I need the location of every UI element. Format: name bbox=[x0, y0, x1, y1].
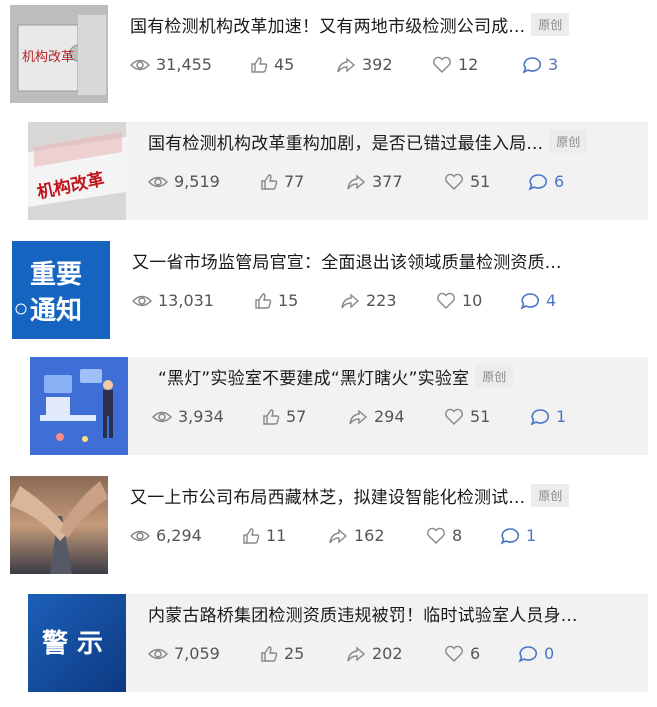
eye-icon bbox=[130, 530, 150, 541]
comment-icon bbox=[530, 408, 549, 426]
original-badge: 原创 bbox=[531, 484, 570, 507]
favorite-count[interactable]: 51 bbox=[444, 172, 490, 191]
like-count[interactable]: 15 bbox=[254, 291, 298, 310]
comment-icon bbox=[528, 173, 547, 191]
original-badge: 原创 bbox=[475, 365, 514, 388]
comment-icon bbox=[500, 527, 519, 545]
eye-icon bbox=[130, 59, 150, 70]
article-title[interactable]: 国有检测机构改革重构加剧，是否已错过最佳入局... bbox=[148, 129, 543, 154]
list-item[interactable]: 又一上市公司布局西藏林芝，拟建设智能化检测试... 原创 6,294 11 16… bbox=[10, 476, 650, 574]
article-thumbnail[interactable] bbox=[30, 357, 128, 455]
share-count[interactable]: 377 bbox=[346, 172, 403, 191]
article-thumbnail[interactable]: 重要 通知 bbox=[12, 241, 110, 339]
like-count[interactable]: 57 bbox=[262, 407, 306, 426]
favorite-count[interactable]: 6 bbox=[444, 644, 480, 663]
article-thumbnail[interactable]: 机构改革 bbox=[28, 122, 126, 220]
warning-image: 警 示 bbox=[28, 594, 126, 692]
original-badge: 原创 bbox=[549, 130, 588, 153]
heart-icon bbox=[445, 408, 463, 425]
notice-image: 重要 通知 bbox=[12, 241, 110, 339]
article-thumbnail[interactable] bbox=[10, 476, 108, 574]
share-count[interactable]: 202 bbox=[346, 644, 403, 663]
share-count[interactable]: 223 bbox=[340, 291, 397, 310]
list-item[interactable]: “黑灯”实验室不要建成“黑灯瞎火”实验室 原创 3,934 57 294 51 … bbox=[30, 357, 648, 455]
thumbs-up-icon bbox=[263, 408, 280, 425]
eye-icon bbox=[148, 648, 168, 659]
favorite-count[interactable]: 10 bbox=[436, 291, 482, 310]
comment-count[interactable]: 3 bbox=[522, 55, 558, 74]
thumbs-up-icon bbox=[251, 56, 268, 73]
article-title[interactable]: 内蒙古路桥集团检测资质违规被罚！临时试验室人员身... bbox=[148, 601, 578, 626]
share-count[interactable]: 392 bbox=[336, 55, 393, 74]
article-thumbnail[interactable]: 机构改革 bbox=[10, 5, 108, 103]
favorite-count[interactable]: 8 bbox=[426, 526, 462, 545]
heart-icon bbox=[427, 527, 445, 544]
list-item[interactable]: 机构改革 国有检测机构改革重构加剧，是否已错过最佳入局... 原创 9,519 … bbox=[28, 122, 648, 220]
eye-icon bbox=[132, 295, 152, 306]
article-title[interactable]: “黑灯”实验室不要建成“黑灯瞎火”实验室 bbox=[158, 364, 469, 389]
share-icon bbox=[347, 173, 366, 190]
eye-icon bbox=[148, 176, 168, 187]
thumbs-up-icon bbox=[261, 645, 278, 662]
like-count[interactable]: 77 bbox=[260, 172, 304, 191]
share-icon bbox=[329, 527, 348, 544]
favorite-count[interactable]: 51 bbox=[444, 407, 490, 426]
comment-count[interactable]: 6 bbox=[528, 172, 564, 191]
like-count[interactable]: 25 bbox=[260, 644, 304, 663]
heart-icon bbox=[437, 292, 455, 309]
thumbs-up-icon bbox=[261, 173, 278, 190]
heart-icon bbox=[433, 56, 451, 73]
handshake-road-image bbox=[10, 476, 108, 574]
comment-icon bbox=[518, 645, 537, 663]
svg-text:警 示: 警 示 bbox=[42, 628, 103, 659]
view-count: 3,934 bbox=[152, 407, 224, 426]
svg-text:机构改革: 机构改革 bbox=[22, 50, 74, 65]
thumbs-up-icon bbox=[255, 292, 272, 309]
like-count[interactable]: 11 bbox=[242, 526, 286, 545]
list-item[interactable]: 机构改革 国有检测机构改革加速！又有两地市级检测公司成... 原创 31,455… bbox=[10, 5, 650, 103]
like-count[interactable]: 45 bbox=[250, 55, 294, 74]
share-count[interactable]: 162 bbox=[328, 526, 385, 545]
svg-text:通知: 通知 bbox=[30, 296, 82, 326]
comment-count[interactable]: 1 bbox=[530, 407, 566, 426]
article-title[interactable]: 国有检测机构改革加速！又有两地市级检测公司成... bbox=[130, 12, 525, 37]
article-thumbnail[interactable]: 警 示 bbox=[28, 594, 126, 692]
share-icon bbox=[341, 292, 360, 309]
view-count: 7,059 bbox=[148, 644, 220, 663]
view-count: 9,519 bbox=[148, 172, 220, 191]
share-icon bbox=[337, 56, 356, 73]
share-icon bbox=[347, 645, 366, 662]
original-badge: 原创 bbox=[531, 13, 570, 36]
share-count[interactable]: 294 bbox=[348, 407, 405, 426]
comment-count[interactable]: 0 bbox=[518, 644, 554, 663]
heart-icon bbox=[445, 173, 463, 190]
view-count: 13,031 bbox=[132, 291, 214, 310]
article-title[interactable]: 又一上市公司布局西藏林芝，拟建设智能化检测试... bbox=[130, 483, 525, 508]
eye-icon bbox=[152, 411, 172, 422]
puzzle-image: 机构改革 bbox=[10, 5, 108, 103]
favorite-count[interactable]: 12 bbox=[432, 55, 478, 74]
comment-icon bbox=[520, 292, 539, 310]
svg-text:重要: 重要 bbox=[30, 260, 82, 290]
heart-icon bbox=[445, 645, 463, 662]
list-item[interactable]: 警 示 内蒙古路桥集团检测资质违规被罚！临时试验室人员身... 7,059 25… bbox=[28, 594, 648, 692]
article-title[interactable]: 又一省市场监管局官宣：全面退出该领域质量检测资质... bbox=[132, 248, 562, 273]
view-count: 6,294 bbox=[130, 526, 202, 545]
list-item[interactable]: 重要 通知 又一省市场监管局官宣：全面退出该领域质量检测资质... 13,031… bbox=[12, 241, 652, 339]
comment-count[interactable]: 1 bbox=[500, 526, 536, 545]
thumbs-up-icon bbox=[243, 527, 260, 544]
reform-banner-image: 机构改革 bbox=[28, 122, 126, 220]
share-icon bbox=[349, 408, 368, 425]
view-count: 31,455 bbox=[130, 55, 212, 74]
lab-illustration-image bbox=[30, 357, 128, 455]
comment-count[interactable]: 4 bbox=[520, 291, 556, 310]
comment-icon bbox=[522, 56, 541, 74]
